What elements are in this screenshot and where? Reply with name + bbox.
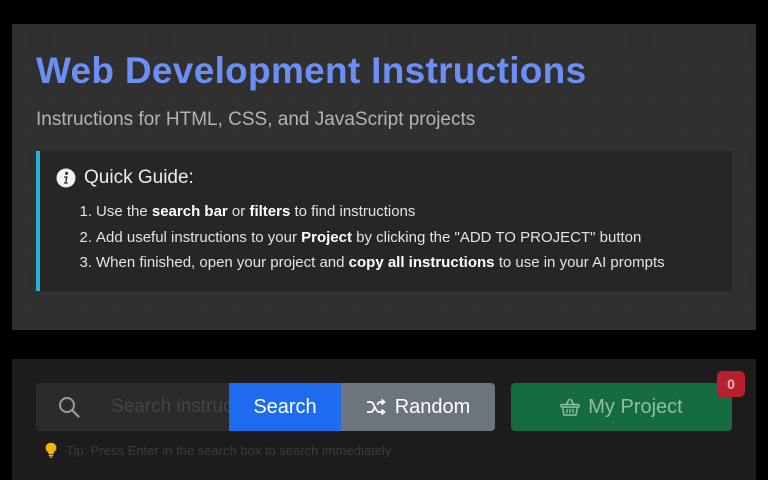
random-button-label: Random bbox=[394, 395, 471, 418]
guide-step: 2. Add useful instructions to your Proje… bbox=[72, 229, 665, 255]
page-title: Web Development Instructions bbox=[36, 50, 587, 91]
search-input[interactable] bbox=[96, 383, 229, 431]
lightbulb-icon bbox=[45, 442, 57, 458]
quick-guide-header: Quick Guide: bbox=[56, 167, 194, 189]
search-box bbox=[36, 383, 229, 431]
quick-guide: Quick Guide: 1. Use the search bar or fi… bbox=[36, 151, 732, 291]
step-text: When finished, open your project and cop… bbox=[96, 254, 665, 271]
quick-guide-title: Quick Guide: bbox=[84, 167, 194, 188]
my-project-button[interactable]: My Project bbox=[511, 383, 732, 431]
search-icon bbox=[59, 397, 80, 418]
project-count-badge: 0 bbox=[717, 371, 745, 397]
step-text: Add useful instructions to your Project … bbox=[96, 228, 642, 246]
quick-guide-steps: 1. Use the search bar or filters to find… bbox=[72, 203, 665, 280]
page-subtitle: Instructions for HTML, CSS, and JavaScri… bbox=[36, 109, 476, 130]
basket-icon bbox=[560, 398, 581, 416]
search-panel: Search Random My Project 0 Tip: Press En… bbox=[12, 359, 756, 480]
guide-step: 3. When finished, open your project and … bbox=[72, 254, 665, 280]
search-tip-text: Tip: Press Enter in the search box to se… bbox=[66, 442, 392, 458]
step-number: 3. bbox=[79, 254, 92, 271]
search-button-label: Search bbox=[253, 395, 317, 418]
search-button[interactable]: Search bbox=[229, 383, 341, 431]
random-button[interactable]: Random bbox=[341, 383, 495, 431]
shuffle-icon bbox=[366, 398, 386, 416]
info-icon bbox=[56, 168, 76, 188]
search-tip: Tip: Press Enter in the search box to se… bbox=[44, 442, 391, 458]
hero-section: Web Development Instructions Instruction… bbox=[12, 24, 756, 330]
step-text: Use the search bar or filters to find in… bbox=[96, 203, 416, 220]
step-number: 1. bbox=[79, 203, 92, 220]
my-project-button-label: My Project bbox=[588, 395, 683, 418]
guide-step: 1. Use the search bar or filters to find… bbox=[72, 203, 665, 229]
step-number: 2. bbox=[79, 228, 92, 246]
